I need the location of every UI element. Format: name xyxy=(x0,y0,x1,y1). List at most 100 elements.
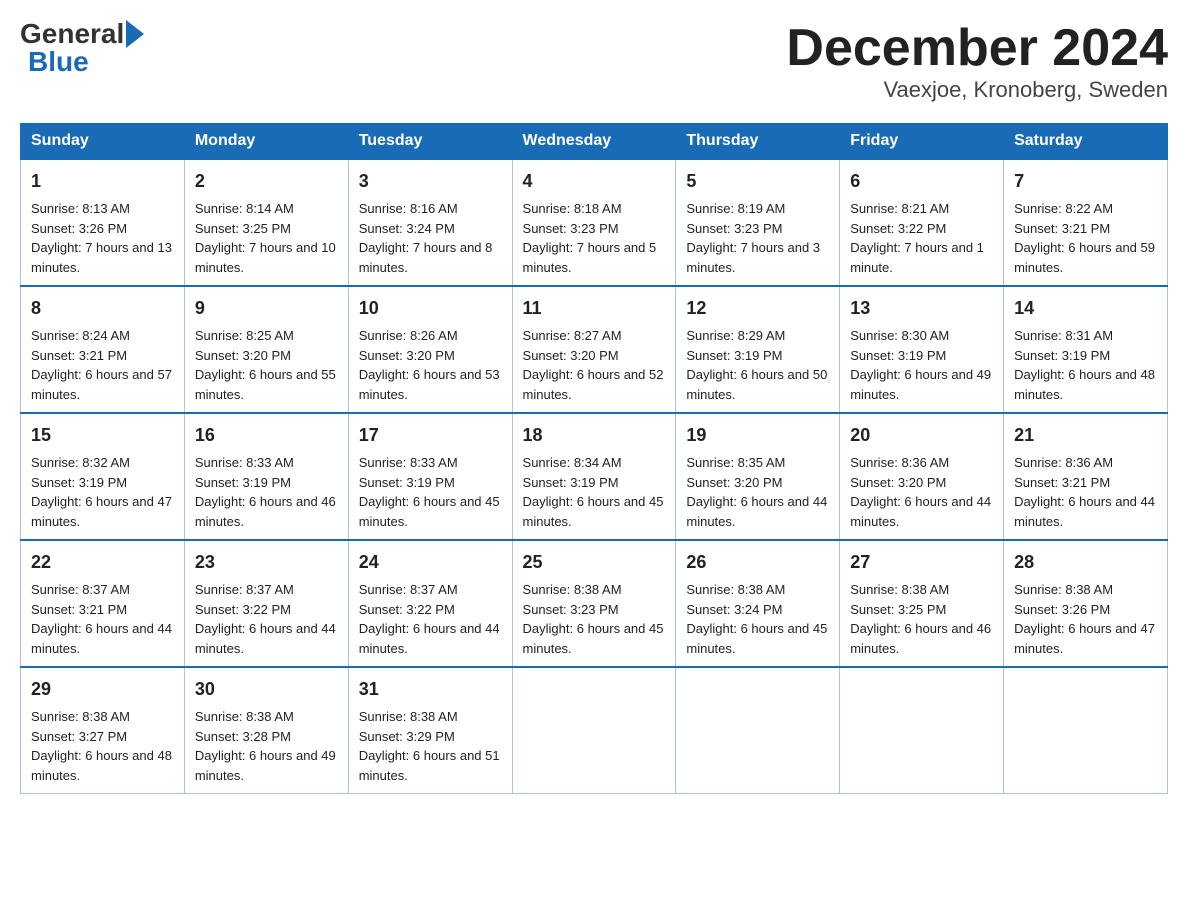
daylight-text: Daylight: 6 hours and 45 minutes. xyxy=(686,621,827,656)
calendar-title: December 2024 xyxy=(786,20,1168,77)
table-row: 31 Sunrise: 8:38 AM Sunset: 3:29 PM Dayl… xyxy=(348,667,512,794)
daylight-text: Daylight: 6 hours and 49 minutes. xyxy=(195,748,336,783)
daylight-text: Daylight: 6 hours and 46 minutes. xyxy=(195,494,336,529)
logo-blue-text: Blue xyxy=(28,48,89,76)
col-thursday: Thursday xyxy=(676,124,840,160)
sunrise-text: Sunrise: 8:25 AM xyxy=(195,328,294,343)
table-row: 3 Sunrise: 8:16 AM Sunset: 3:24 PM Dayli… xyxy=(348,159,512,286)
col-sunday: Sunday xyxy=(21,124,185,160)
table-row xyxy=(676,667,840,794)
day-number: 2 xyxy=(195,168,338,195)
daylight-text: Daylight: 7 hours and 1 minute. xyxy=(850,240,984,275)
day-number: 3 xyxy=(359,168,502,195)
sunset-text: Sunset: 3:22 PM xyxy=(195,602,291,617)
table-row: 20 Sunrise: 8:36 AM Sunset: 3:20 PM Dayl… xyxy=(840,413,1004,540)
table-row: 5 Sunrise: 8:19 AM Sunset: 3:23 PM Dayli… xyxy=(676,159,840,286)
table-row: 10 Sunrise: 8:26 AM Sunset: 3:20 PM Dayl… xyxy=(348,286,512,413)
sunrise-text: Sunrise: 8:37 AM xyxy=(195,582,294,597)
sunrise-text: Sunrise: 8:38 AM xyxy=(31,709,130,724)
table-row: 4 Sunrise: 8:18 AM Sunset: 3:23 PM Dayli… xyxy=(512,159,676,286)
day-number: 10 xyxy=(359,295,502,322)
sunrise-text: Sunrise: 8:36 AM xyxy=(850,455,949,470)
sunset-text: Sunset: 3:21 PM xyxy=(31,348,127,363)
table-row: 26 Sunrise: 8:38 AM Sunset: 3:24 PM Dayl… xyxy=(676,540,840,667)
sunrise-text: Sunrise: 8:33 AM xyxy=(195,455,294,470)
day-number: 15 xyxy=(31,422,174,449)
sunset-text: Sunset: 3:25 PM xyxy=(195,221,291,236)
table-row: 30 Sunrise: 8:38 AM Sunset: 3:28 PM Dayl… xyxy=(184,667,348,794)
sunrise-text: Sunrise: 8:24 AM xyxy=(31,328,130,343)
sunset-text: Sunset: 3:21 PM xyxy=(1014,475,1110,490)
sunrise-text: Sunrise: 8:38 AM xyxy=(523,582,622,597)
daylight-text: Daylight: 6 hours and 51 minutes. xyxy=(359,748,500,783)
sunrise-text: Sunrise: 8:38 AM xyxy=(686,582,785,597)
sunset-text: Sunset: 3:20 PM xyxy=(523,348,619,363)
sunrise-text: Sunrise: 8:13 AM xyxy=(31,201,130,216)
day-number: 26 xyxy=(686,549,829,576)
table-row: 28 Sunrise: 8:38 AM Sunset: 3:26 PM Dayl… xyxy=(1004,540,1168,667)
sunrise-text: Sunrise: 8:37 AM xyxy=(31,582,130,597)
day-number: 16 xyxy=(195,422,338,449)
sunset-text: Sunset: 3:23 PM xyxy=(523,221,619,236)
table-row: 13 Sunrise: 8:30 AM Sunset: 3:19 PM Dayl… xyxy=(840,286,1004,413)
sunrise-text: Sunrise: 8:37 AM xyxy=(359,582,458,597)
daylight-text: Daylight: 6 hours and 45 minutes. xyxy=(523,621,664,656)
sunset-text: Sunset: 3:19 PM xyxy=(31,475,127,490)
daylight-text: Daylight: 7 hours and 3 minutes. xyxy=(686,240,820,275)
sunset-text: Sunset: 3:20 PM xyxy=(686,475,782,490)
calendar-subtitle: Vaexjoe, Kronoberg, Sweden xyxy=(786,77,1168,103)
daylight-text: Daylight: 6 hours and 47 minutes. xyxy=(31,494,172,529)
sunset-text: Sunset: 3:19 PM xyxy=(686,348,782,363)
day-number: 7 xyxy=(1014,168,1157,195)
sunset-text: Sunset: 3:27 PM xyxy=(31,729,127,744)
day-number: 19 xyxy=(686,422,829,449)
sunrise-text: Sunrise: 8:30 AM xyxy=(850,328,949,343)
table-row: 27 Sunrise: 8:38 AM Sunset: 3:25 PM Dayl… xyxy=(840,540,1004,667)
sunrise-text: Sunrise: 8:26 AM xyxy=(359,328,458,343)
sunrise-text: Sunrise: 8:38 AM xyxy=(850,582,949,597)
sunrise-text: Sunrise: 8:21 AM xyxy=(850,201,949,216)
day-number: 29 xyxy=(31,676,174,703)
day-number: 11 xyxy=(523,295,666,322)
calendar-week-row: 29 Sunrise: 8:38 AM Sunset: 3:27 PM Dayl… xyxy=(21,667,1168,794)
table-row: 22 Sunrise: 8:37 AM Sunset: 3:21 PM Dayl… xyxy=(21,540,185,667)
day-number: 28 xyxy=(1014,549,1157,576)
table-row: 15 Sunrise: 8:32 AM Sunset: 3:19 PM Dayl… xyxy=(21,413,185,540)
sunrise-text: Sunrise: 8:34 AM xyxy=(523,455,622,470)
table-row: 2 Sunrise: 8:14 AM Sunset: 3:25 PM Dayli… xyxy=(184,159,348,286)
sunset-text: Sunset: 3:20 PM xyxy=(359,348,455,363)
sunset-text: Sunset: 3:19 PM xyxy=(523,475,619,490)
table-row: 7 Sunrise: 8:22 AM Sunset: 3:21 PM Dayli… xyxy=(1004,159,1168,286)
sunrise-text: Sunrise: 8:16 AM xyxy=(359,201,458,216)
sunrise-text: Sunrise: 8:19 AM xyxy=(686,201,785,216)
daylight-text: Daylight: 6 hours and 44 minutes. xyxy=(1014,494,1155,529)
table-row: 11 Sunrise: 8:27 AM Sunset: 3:20 PM Dayl… xyxy=(512,286,676,413)
calendar-week-row: 1 Sunrise: 8:13 AM Sunset: 3:26 PM Dayli… xyxy=(21,159,1168,286)
table-row xyxy=(512,667,676,794)
sunrise-text: Sunrise: 8:35 AM xyxy=(686,455,785,470)
day-number: 6 xyxy=(850,168,993,195)
sunset-text: Sunset: 3:19 PM xyxy=(359,475,455,490)
sunrise-text: Sunrise: 8:29 AM xyxy=(686,328,785,343)
sunrise-text: Sunrise: 8:38 AM xyxy=(195,709,294,724)
daylight-text: Daylight: 6 hours and 57 minutes. xyxy=(31,367,172,402)
day-number: 25 xyxy=(523,549,666,576)
day-number: 9 xyxy=(195,295,338,322)
daylight-text: Daylight: 6 hours and 47 minutes. xyxy=(1014,621,1155,656)
col-monday: Monday xyxy=(184,124,348,160)
daylight-text: Daylight: 6 hours and 50 minutes. xyxy=(686,367,827,402)
daylight-text: Daylight: 6 hours and 44 minutes. xyxy=(686,494,827,529)
daylight-text: Daylight: 7 hours and 10 minutes. xyxy=(195,240,336,275)
sunset-text: Sunset: 3:24 PM xyxy=(359,221,455,236)
table-row: 23 Sunrise: 8:37 AM Sunset: 3:22 PM Dayl… xyxy=(184,540,348,667)
sunset-text: Sunset: 3:26 PM xyxy=(1014,602,1110,617)
col-friday: Friday xyxy=(840,124,1004,160)
table-row xyxy=(1004,667,1168,794)
table-row: 24 Sunrise: 8:37 AM Sunset: 3:22 PM Dayl… xyxy=(348,540,512,667)
sunset-text: Sunset: 3:28 PM xyxy=(195,729,291,744)
table-row: 16 Sunrise: 8:33 AM Sunset: 3:19 PM Dayl… xyxy=(184,413,348,540)
day-number: 12 xyxy=(686,295,829,322)
day-number: 21 xyxy=(1014,422,1157,449)
sunset-text: Sunset: 3:23 PM xyxy=(686,221,782,236)
daylight-text: Daylight: 7 hours and 5 minutes. xyxy=(523,240,657,275)
